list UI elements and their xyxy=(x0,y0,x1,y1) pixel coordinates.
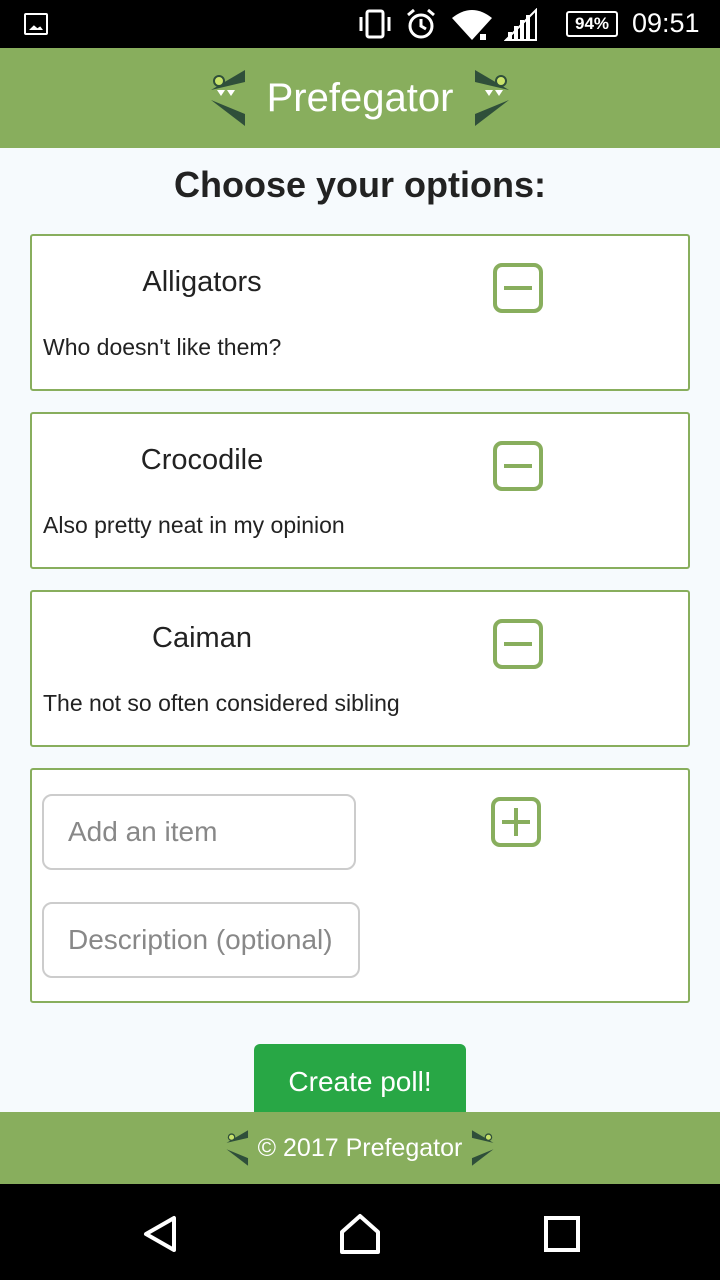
page-heading: Choose your options: xyxy=(174,164,546,205)
alligator-jaw-icon xyxy=(226,1130,248,1166)
option-name: Crocodile xyxy=(140,444,264,476)
app-title: Prefegator xyxy=(266,75,454,120)
option-name: Alligators xyxy=(142,266,262,298)
status-clock: 09:51 xyxy=(632,8,700,38)
remove-icon xyxy=(504,642,532,646)
status-bar: 94% 09:51 xyxy=(0,0,720,48)
option-description: Who doesn't like them? xyxy=(43,334,282,360)
remove-option-button[interactable] xyxy=(493,263,543,313)
footer-copyright: © 2017 Prefegator xyxy=(257,1133,463,1162)
vibrate-icon xyxy=(359,9,391,39)
battery-indicator: 94% xyxy=(566,11,618,37)
app-bar: Prefegator xyxy=(0,48,720,148)
remove-icon xyxy=(504,464,532,468)
alligator-jaw-icon xyxy=(475,70,510,126)
remove-option-button[interactable] xyxy=(493,441,543,491)
recents-icon[interactable] xyxy=(540,1212,584,1256)
footer: © 2017 Prefegator xyxy=(0,1112,720,1184)
option-name: Caiman xyxy=(152,622,252,654)
option-card: Caiman The not so often considered sibli… xyxy=(30,590,690,747)
home-icon[interactable] xyxy=(338,1212,382,1256)
back-icon[interactable] xyxy=(138,1212,182,1256)
option-description: Also pretty neat in my opinion xyxy=(43,512,345,538)
brand: Prefegator xyxy=(0,48,720,148)
option-description: The not so often considered sibling xyxy=(43,690,400,716)
signal-icon xyxy=(504,8,537,41)
item-name-input[interactable] xyxy=(42,794,356,870)
add-item-card xyxy=(30,768,690,1003)
app-screen: Prefegator Choose your options: Alligato… xyxy=(0,48,720,1184)
remove-option-button[interactable] xyxy=(493,619,543,669)
option-card: Alligators Who doesn't like them? xyxy=(30,234,690,391)
alarm-icon xyxy=(407,8,435,39)
image-notification-icon xyxy=(24,13,48,35)
alligator-jaw-icon xyxy=(472,1130,494,1166)
option-card: Crocodile Also pretty neat in my opinion xyxy=(30,412,690,569)
wifi-icon xyxy=(452,10,492,40)
add-item-button[interactable] xyxy=(491,797,541,847)
create-poll-button[interactable]: Create poll! xyxy=(254,1044,466,1120)
alligator-jaw-icon xyxy=(210,70,245,126)
system-nav-bar xyxy=(0,1184,720,1280)
remove-icon xyxy=(504,286,532,290)
item-description-input[interactable] xyxy=(42,902,360,978)
